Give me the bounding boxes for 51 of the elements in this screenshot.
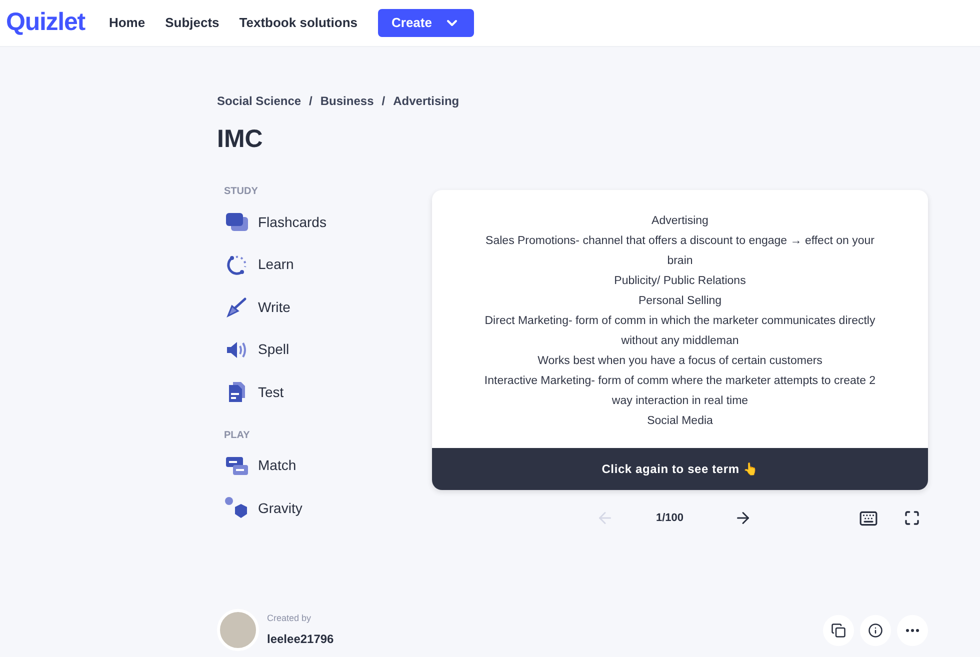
study-mode-link[interactable]: Learn — [224, 244, 432, 286]
study-mode-link[interactable]: Match — [224, 444, 432, 487]
study-mode-link[interactable]: Gravity — [224, 487, 432, 530]
fullscreen-button[interactable] — [904, 510, 920, 526]
breadcrumb-link[interactable]: Advertising — [393, 92, 460, 110]
copy-button[interactable] — [823, 614, 854, 646]
info-button[interactable] — [860, 614, 891, 646]
more-button[interactable] — [897, 614, 928, 646]
fullscreen-icon — [904, 510, 920, 526]
created-by-label: Created by — [267, 612, 312, 626]
set-title: IMC — [217, 124, 264, 154]
study-mode-link[interactable]: Spell — [224, 328, 432, 371]
card-counter: 1/100 — [656, 510, 684, 526]
card-text: Advertising — [652, 214, 708, 229]
cards-icon — [225, 212, 249, 232]
section-heading: PLAY — [224, 428, 251, 442]
info-icon — [868, 622, 883, 638]
pen-icon — [226, 296, 248, 318]
nav-link[interactable]: Home — [108, 13, 146, 33]
card-text: Works best when you have a focus of certain customers — [538, 354, 822, 369]
copy-icon — [831, 622, 846, 638]
document-icon — [227, 381, 247, 404]
nav-link[interactable]: Subjects — [165, 13, 220, 33]
card-text: Direct Marketing- form of comm in which the marketer communicates directly without any middleman — [484, 314, 876, 349]
keyboard-button[interactable] — [859, 508, 878, 528]
card-text: Personal Selling — [638, 294, 722, 309]
create-button[interactable]: Create — [378, 9, 474, 37]
card-text: Social Media — [647, 414, 713, 429]
matching-tiles-icon — [225, 454, 249, 477]
study-mode-link[interactable]: Flashcards — [224, 201, 432, 244]
dotted-circle-icon — [226, 254, 248, 276]
card-text: Interactive Marketing- form of comm where the marketer attempts to create 2 way interaction in real time — [483, 374, 877, 409]
breadcrumb-link[interactable]: Social Science — [217, 92, 302, 110]
study-mode-link[interactable]: Test — [224, 371, 432, 414]
card-text: Sales Promotions- channel that offers a discount to engage → effect on your brain — [484, 234, 876, 269]
flashcard[interactable] — [432, 190, 928, 490]
more-icon — [906, 628, 919, 632]
breadcrumb-separator: / — [382, 93, 386, 110]
section-heading: STUDY — [224, 185, 259, 199]
card-footer: Click again to see term 👆 — [432, 448, 928, 490]
username-link[interactable]: leelee21796 — [267, 630, 334, 648]
study-mode-link[interactable]: Write — [224, 286, 432, 328]
breadcrumb-separator: / — [309, 93, 312, 110]
card-text: Publicity/ Public Relations — [614, 274, 746, 289]
planets-icon — [224, 496, 250, 520]
logo[interactable]: Quizlet — [6, 4, 85, 42]
nav-link[interactable]: Textbook solutions — [239, 13, 358, 33]
keyboard-icon — [859, 508, 878, 528]
speaker-icon — [226, 340, 248, 360]
avatar-photo-placeholder — [217, 609, 259, 651]
breadcrumb-link[interactable]: Business — [320, 92, 374, 110]
